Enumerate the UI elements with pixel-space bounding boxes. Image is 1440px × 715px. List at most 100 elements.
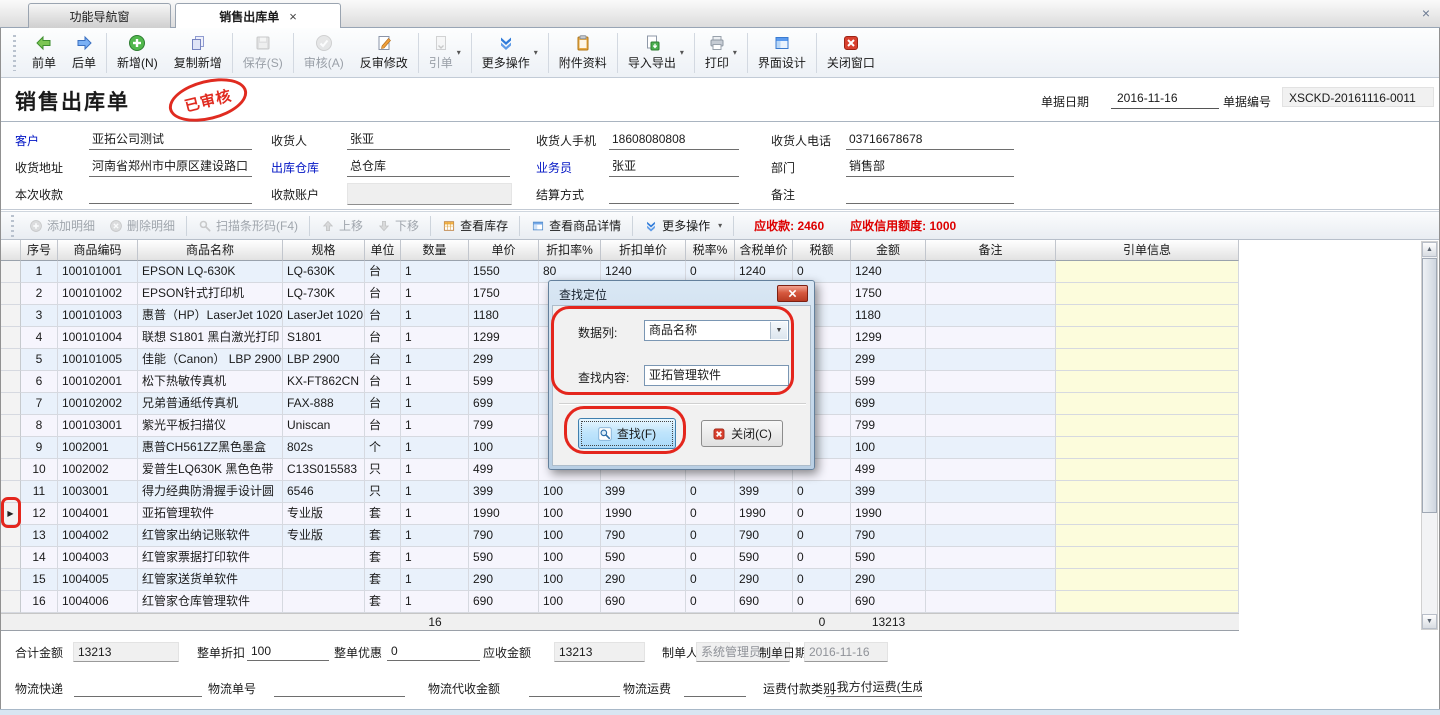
cell[interactable]: 1: [401, 393, 469, 415]
dialog-close-action-button[interactable]: 关闭(C): [701, 420, 783, 447]
cell[interactable]: [1056, 459, 1239, 481]
cell[interactable]: 100: [539, 481, 601, 503]
toolbar-button-close-window[interactable]: 关闭窗口: [819, 30, 883, 76]
cell[interactable]: 590: [601, 547, 686, 569]
cell[interactable]: 1: [401, 371, 469, 393]
cell[interactable]: 兄弟普通纸传真机: [138, 393, 283, 415]
cell[interactable]: 1: [401, 283, 469, 305]
column-header-5[interactable]: 单位: [365, 240, 401, 261]
cell[interactable]: [1056, 569, 1239, 591]
cell[interactable]: 0: [793, 503, 851, 525]
cell[interactable]: 790: [851, 525, 926, 547]
cell[interactable]: 790: [601, 525, 686, 547]
cell[interactable]: 802s: [283, 437, 365, 459]
cell[interactable]: 100: [539, 547, 601, 569]
row-indicator[interactable]: [1, 437, 21, 459]
cell[interactable]: 299: [851, 349, 926, 371]
footer-field-r2c4[interactable]: [684, 678, 746, 697]
toolbar-button-attachments[interactable]: 附件资料: [551, 30, 615, 76]
cell[interactable]: 台: [365, 349, 401, 371]
cell[interactable]: 1990: [735, 503, 793, 525]
find-button[interactable]: 查找(F): [578, 418, 676, 449]
cell[interactable]: [1056, 327, 1239, 349]
cell[interactable]: [926, 459, 1056, 481]
cell[interactable]: 6: [21, 371, 58, 393]
detail-button-more-ops[interactable]: 更多操作▾: [637, 214, 729, 238]
footer-field-r2c5[interactable]: 1我方付运费(生成运费: [826, 678, 922, 697]
cell[interactable]: 1002001: [58, 437, 138, 459]
tab-close-icon[interactable]: ×: [289, 10, 297, 23]
cell[interactable]: 惠普CH561ZZ黑色墨盒: [138, 437, 283, 459]
cell[interactable]: 690: [601, 591, 686, 613]
cell[interactable]: 套: [365, 525, 401, 547]
footer-field-r2c1[interactable]: [74, 678, 202, 697]
row-indicator[interactable]: [1, 591, 21, 613]
cell[interactable]: 台: [365, 305, 401, 327]
cell[interactable]: 1004003: [58, 547, 138, 569]
cell[interactable]: [1056, 349, 1239, 371]
cell[interactable]: 台: [365, 327, 401, 349]
cell[interactable]: LQ-730K: [283, 283, 365, 305]
toolbar-button-prev-doc[interactable]: 前单: [24, 30, 64, 76]
cell[interactable]: 红管家票据打印软件: [138, 547, 283, 569]
cell[interactable]: 100: [851, 437, 926, 459]
cell[interactable]: 6546: [283, 481, 365, 503]
cell[interactable]: [926, 327, 1056, 349]
row-indicator[interactable]: [1, 525, 21, 547]
cell[interactable]: S1801: [283, 327, 365, 349]
cell[interactable]: C13S015583: [283, 459, 365, 481]
cell[interactable]: 299: [469, 349, 539, 371]
cell[interactable]: 15: [21, 569, 58, 591]
column-header-1[interactable]: 序号: [21, 240, 58, 261]
cell[interactable]: 套: [365, 503, 401, 525]
cell[interactable]: 1: [21, 261, 58, 283]
footer-field-r1c3[interactable]: 0: [387, 642, 480, 661]
form-field-r1c2[interactable]: 张亚: [347, 129, 510, 150]
toolbar-button-ui-design[interactable]: 界面设计: [750, 30, 814, 76]
cell[interactable]: [926, 591, 1056, 613]
column-header-3[interactable]: 商品名称: [138, 240, 283, 261]
cell[interactable]: 100101004: [58, 327, 138, 349]
cell[interactable]: 100: [539, 525, 601, 547]
cell[interactable]: 699: [851, 393, 926, 415]
cell[interactable]: 佳能（Canon） LBP 2900+: [138, 349, 283, 371]
cell[interactable]: 0: [686, 525, 735, 547]
cell[interactable]: [283, 569, 365, 591]
footer-field-r1c4[interactable]: 13213: [554, 642, 645, 662]
cell[interactable]: 1003001: [58, 481, 138, 503]
cell[interactable]: 松下热敏传真机: [138, 371, 283, 393]
scrollbar-thumb[interactable]: [1422, 258, 1437, 513]
cell[interactable]: 1002002: [58, 459, 138, 481]
cell[interactable]: [1056, 393, 1239, 415]
toolbar-button-more-actions[interactable]: 更多操作▾: [474, 30, 546, 76]
cell[interactable]: 590: [851, 547, 926, 569]
cell[interactable]: [926, 415, 1056, 437]
cell[interactable]: 100101001: [58, 261, 138, 283]
toolbar-button-copy-new[interactable]: 复制新增: [166, 30, 230, 76]
cell[interactable]: 0: [686, 503, 735, 525]
cell[interactable]: 0: [793, 481, 851, 503]
cell[interactable]: 100103001: [58, 415, 138, 437]
cell[interactable]: [283, 591, 365, 613]
cell[interactable]: 1: [401, 349, 469, 371]
cell[interactable]: 1990: [469, 503, 539, 525]
toolbar-button-next-doc[interactable]: 后单: [64, 30, 104, 76]
cell[interactable]: 专业版: [283, 525, 365, 547]
cell[interactable]: [1056, 261, 1239, 283]
cell[interactable]: 1180: [851, 305, 926, 327]
detail-button-view-product-detail[interactable]: 查看商品详情: [524, 214, 628, 238]
cell[interactable]: 1180: [469, 305, 539, 327]
cell[interactable]: 100101005: [58, 349, 138, 371]
search-content-input[interactable]: 亚拓管理软件: [644, 365, 789, 386]
cell[interactable]: 爱普生LQ630K 黑色色带: [138, 459, 283, 481]
cell[interactable]: 499: [469, 459, 539, 481]
cell[interactable]: 1990: [601, 503, 686, 525]
combo-dropdown-icon[interactable]: ▼: [770, 322, 787, 339]
cell[interactable]: [926, 503, 1056, 525]
cell[interactable]: 专业版: [283, 503, 365, 525]
cell[interactable]: [926, 437, 1056, 459]
dropdown-arrow-icon[interactable]: ▾: [680, 48, 684, 57]
cell[interactable]: 9: [21, 437, 58, 459]
cell[interactable]: 1: [401, 305, 469, 327]
column-header-7[interactable]: 单价: [469, 240, 539, 261]
